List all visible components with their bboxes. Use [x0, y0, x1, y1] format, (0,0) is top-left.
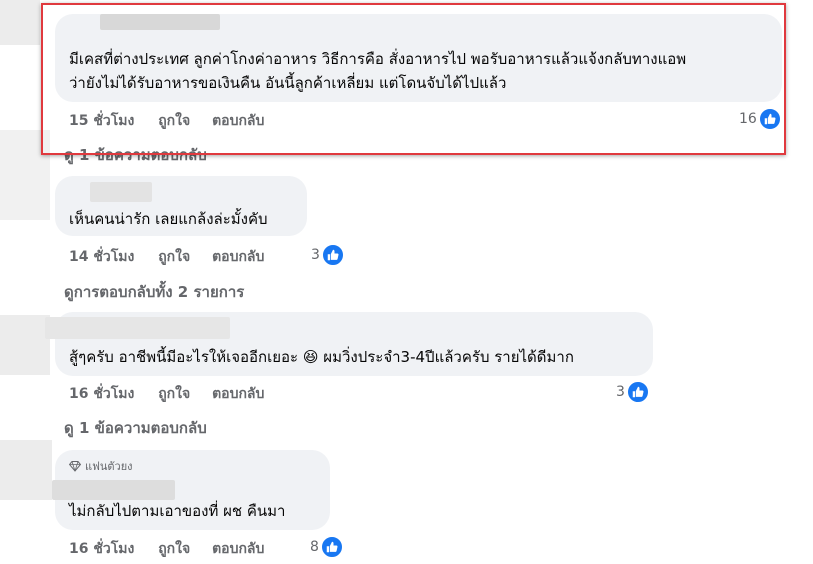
like-button[interactable]: ถูกใจ: [158, 386, 190, 402]
avatar[interactable]: [0, 130, 50, 220]
view-replies-link[interactable]: ดู 1 ข้อความตอบกลับ: [64, 143, 207, 167]
comment-actions: 15 ชั่วโมง ถูกใจ ตอบกลับ: [69, 110, 281, 132]
comment-bubble: แฟนตัวยง ไม่กลับไปตามเอาของที่ ผช คืนมา: [52, 450, 330, 530]
comment-actions: 16 ชั่วโมง ถูกใจ ตอบกลับ: [69, 538, 281, 560]
reply-button[interactable]: ตอบกลับ: [212, 541, 264, 557]
comment-actions: 16 ชั่วโมง ถูกใจ ตอบกลับ: [69, 383, 281, 405]
like-thumb-icon: [626, 381, 649, 403]
comment-time[interactable]: 14 ชั่วโมง: [69, 249, 134, 265]
like-thumb-icon: [321, 244, 344, 266]
like-count: 8: [310, 539, 319, 555]
reply-button[interactable]: ตอบกลับ: [212, 386, 264, 402]
badge-label: แฟนตัวยง: [85, 460, 133, 473]
comment-bubble: สู้ๆครับ อาชีพนี้มีอะไรให้เจออีกเยอะ 😆 ผ…: [45, 312, 653, 376]
comment-text: มีเคสที่ต่างประเทศ ลูกค่าโกงค่าอาหาร วิธ…: [69, 50, 687, 68]
reply-button[interactable]: ตอบกลับ: [212, 113, 264, 129]
reaction-count[interactable]: 16: [739, 108, 781, 130]
commenter-name[interactable]: [52, 480, 175, 500]
like-count: 3: [311, 247, 320, 263]
comment-actions: 14 ชั่วโมง ถูกใจ ตอบกลับ: [69, 246, 281, 268]
avatar[interactable]: [0, 440, 52, 500]
reaction-count[interactable]: 8: [310, 536, 343, 558]
diamond-icon: [69, 461, 81, 472]
commenter-name[interactable]: [90, 182, 152, 202]
comment-bubble: มีเคสที่ต่างประเทศ ลูกค่าโกงค่าอาหาร วิธ…: [55, 14, 782, 102]
reply-button[interactable]: ตอบกลับ: [212, 249, 264, 265]
top-fan-badge: แฟนตัวยง: [69, 457, 133, 475]
commenter-name[interactable]: [45, 317, 230, 339]
like-thumb-icon: [320, 536, 343, 558]
view-replies-link[interactable]: ดู 1 ข้อความตอบกลับ: [64, 416, 207, 440]
comment-time[interactable]: 16 ชั่วโมง: [69, 541, 134, 557]
like-thumb-icon: [758, 108, 781, 130]
like-button[interactable]: ถูกใจ: [158, 113, 190, 129]
comment-bubble: เห็นคนน่ารัก เลยแกล้งล่ะมั้งคับ: [55, 176, 307, 236]
like-button[interactable]: ถูกใจ: [158, 249, 190, 265]
like-count: 16: [739, 111, 757, 127]
comment-text: เห็นคนน่ารัก เลยแกล้งล่ะมั้งคับ: [69, 210, 268, 228]
like-button[interactable]: ถูกใจ: [158, 541, 190, 557]
avatar[interactable]: [0, 0, 40, 45]
reaction-count[interactable]: 3: [616, 381, 649, 403]
comment-text: ว่ายังไม่ได้รับอาหารขอเงินคืน อันนี้ลูกค…: [69, 74, 507, 92]
reaction-count[interactable]: 3: [311, 244, 344, 266]
comment-text: ไม่กลับไปตามเอาของที่ ผช คืนมา: [69, 502, 286, 520]
commenter-name[interactable]: [100, 14, 220, 30]
comment-text: สู้ๆครับ อาชีพนี้มีอะไรให้เจออีกเยอะ 😆 ผ…: [69, 348, 574, 366]
comment-time[interactable]: 15 ชั่วโมง: [69, 113, 134, 129]
like-count: 3: [616, 384, 625, 400]
comment-time[interactable]: 16 ชั่วโมง: [69, 386, 134, 402]
comment-thread: มีเคสที่ต่างประเทศ ลูกค่าโกงค่าอาหาร วิธ…: [0, 0, 813, 564]
view-replies-link[interactable]: ดูการตอบกลับทั้ง 2 รายการ: [64, 280, 244, 304]
avatar[interactable]: [0, 315, 50, 375]
